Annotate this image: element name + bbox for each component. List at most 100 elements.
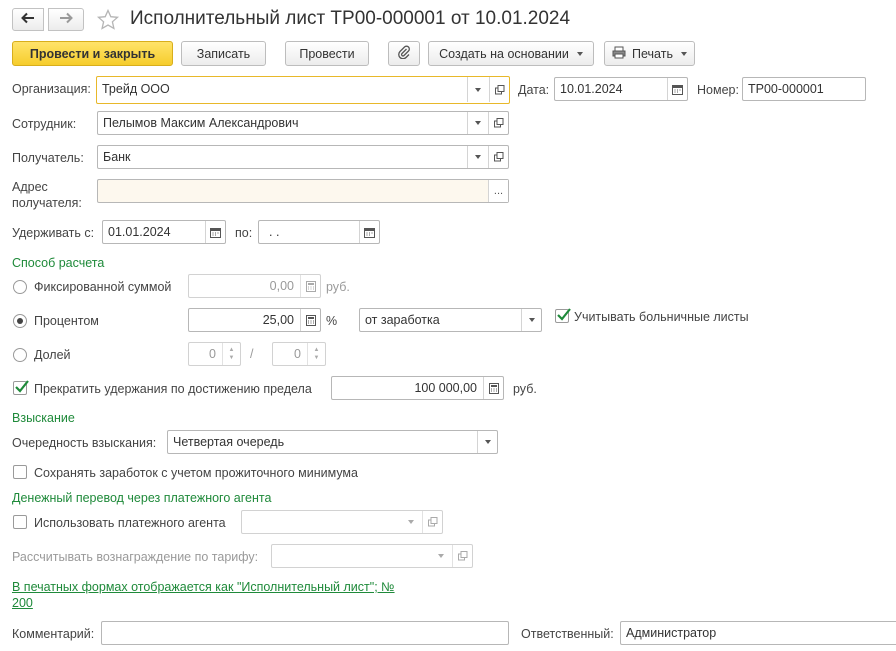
- calendar-icon[interactable]: [205, 221, 225, 243]
- open-icon[interactable]: [489, 77, 509, 102]
- create-based-on-button[interactable]: Создать на основании: [428, 41, 594, 66]
- print-button[interactable]: Печать: [604, 41, 695, 66]
- priority-select[interactable]: Четвертая очередь: [167, 430, 498, 454]
- calculator-icon[interactable]: [483, 377, 503, 399]
- calendar-icon[interactable]: [359, 221, 379, 243]
- fixed-amount-field[interactable]: 0,00: [188, 274, 321, 298]
- collection-section-title: Взыскание: [12, 411, 75, 425]
- employee-value: Пелымов Максим Александрович: [103, 116, 299, 130]
- priority-value: Четвертая очередь: [173, 435, 285, 449]
- withhold-from-label: Удерживать с:: [12, 226, 95, 240]
- tariff-label: Рассчитывать вознаграждение по тарифу:: [12, 550, 259, 564]
- chevron-down-icon: [576, 51, 583, 56]
- address-field[interactable]: ...: [97, 179, 509, 203]
- fixed-amount-label: Фиксированной суммой: [34, 280, 172, 294]
- limit-value: 100 000,00: [414, 381, 477, 395]
- dropdown-icon[interactable]: [431, 545, 451, 567]
- open-icon[interactable]: [488, 146, 508, 168]
- fixed-amount-radio[interactable]: [13, 280, 27, 294]
- date-label: Дата:: [518, 83, 550, 97]
- share-radio[interactable]: [13, 348, 27, 362]
- share-denominator-field[interactable]: 0 ▲ ▼: [272, 342, 326, 366]
- organization-label: Организация:: [12, 82, 91, 96]
- share-denominator-value: 0: [294, 347, 301, 361]
- use-agent-checkbox[interactable]: [13, 515, 27, 529]
- star-icon[interactable]: [96, 8, 120, 32]
- arrow-left-icon: [21, 12, 35, 27]
- address-label-line2: получателя:: [12, 196, 82, 210]
- recipient-field[interactable]: Банк: [97, 145, 509, 169]
- employee-label: Сотрудник:: [12, 117, 77, 131]
- arrow-right-icon: [59, 12, 73, 27]
- percent-base-value: от заработка: [365, 313, 440, 327]
- withhold-from-field[interactable]: 01.01.2024: [102, 220, 226, 244]
- share-separator: /: [250, 347, 254, 361]
- payment-agent-field[interactable]: [241, 510, 443, 534]
- dropdown-icon[interactable]: [467, 146, 487, 168]
- save-button[interactable]: Записать: [181, 41, 266, 66]
- dropdown-icon[interactable]: [401, 511, 421, 533]
- print-label: Печать: [632, 46, 673, 61]
- post-and-close-button[interactable]: Провести и закрыть: [12, 41, 173, 66]
- spin-icon[interactable]: ▲ ▼: [222, 343, 240, 365]
- attach-button[interactable]: [388, 41, 420, 66]
- percent-radio[interactable]: [13, 314, 27, 328]
- dropdown-icon[interactable]: [477, 431, 497, 453]
- use-agent-label: Использовать платежного агента: [34, 516, 226, 530]
- share-label: Долей: [34, 348, 71, 362]
- address-select-button[interactable]: ...: [488, 180, 508, 202]
- withhold-to-field[interactable]: . .: [258, 220, 380, 244]
- paperclip-icon: [397, 45, 411, 62]
- tariff-field[interactable]: [271, 544, 473, 568]
- limit-field[interactable]: 100 000,00: [331, 376, 504, 400]
- date-value: 10.01.2024: [560, 82, 623, 96]
- employee-field[interactable]: Пелымов Максим Александрович: [97, 111, 509, 135]
- date-field[interactable]: 10.01.2024: [554, 77, 688, 101]
- share-numerator-value: 0: [209, 347, 216, 361]
- limit-checkbox[interactable]: [13, 380, 29, 395]
- nav-forward-button[interactable]: [48, 8, 84, 31]
- sick-leave-checkbox[interactable]: [555, 308, 571, 323]
- percent-base-select[interactable]: от заработка: [359, 308, 542, 332]
- percent-field[interactable]: 25,00: [188, 308, 321, 332]
- open-icon[interactable]: [488, 112, 508, 134]
- address-label-line1: Адрес: [12, 180, 48, 194]
- calculator-icon[interactable]: [300, 309, 320, 331]
- responsible-field[interactable]: Администратор: [620, 621, 896, 645]
- withhold-from-value: 01.01.2024: [108, 225, 171, 239]
- percent-label: Процентом: [34, 314, 99, 328]
- dropdown-icon[interactable]: [467, 112, 487, 134]
- create-based-on-label: Создать на основании: [439, 46, 569, 61]
- comment-field[interactable]: [101, 621, 509, 645]
- nav-back-button[interactable]: [12, 8, 44, 31]
- sick-leave-label: Учитывать больничные листы: [574, 310, 749, 324]
- printer-icon: [612, 46, 626, 62]
- limit-label: Прекратить удержания по достижению преде…: [34, 382, 312, 396]
- fixed-amount-value: 0,00: [269, 279, 294, 293]
- print-form-link-line1[interactable]: В печатных формах отображается как "Испо…: [12, 580, 395, 595]
- number-field[interactable]: ТР00-000001: [742, 77, 866, 101]
- dropdown-icon[interactable]: [521, 309, 541, 331]
- recipient-value: Банк: [103, 150, 131, 164]
- priority-label: Очередность взыскания:: [12, 436, 157, 450]
- open-icon[interactable]: [452, 545, 472, 567]
- responsible-label: Ответственный:: [521, 627, 614, 641]
- organization-field[interactable]: Трейд ООО: [96, 76, 510, 104]
- share-numerator-field[interactable]: 0 ▲ ▼: [188, 342, 241, 366]
- calendar-icon[interactable]: [667, 78, 687, 100]
- open-icon[interactable]: [422, 511, 442, 533]
- calculator-icon[interactable]: [300, 275, 320, 297]
- comment-label: Комментарий:: [12, 627, 95, 641]
- fixed-amount-unit: руб.: [326, 280, 350, 294]
- organization-value: Трейд ООО: [102, 82, 170, 96]
- chevron-down-icon: [680, 51, 687, 56]
- subsistence-checkbox[interactable]: [13, 465, 27, 479]
- dropdown-icon[interactable]: [467, 77, 487, 102]
- page-title: Исполнительный лист ТР00-000001 от 10.01…: [130, 8, 571, 29]
- percent-unit: %: [326, 314, 338, 328]
- limit-unit: руб.: [513, 382, 537, 396]
- print-form-link-line2[interactable]: 200: [12, 596, 33, 611]
- spin-icon[interactable]: ▲ ▼: [307, 343, 325, 365]
- calc-method-section-title: Способ расчета: [12, 256, 105, 270]
- post-button[interactable]: Провести: [285, 41, 369, 66]
